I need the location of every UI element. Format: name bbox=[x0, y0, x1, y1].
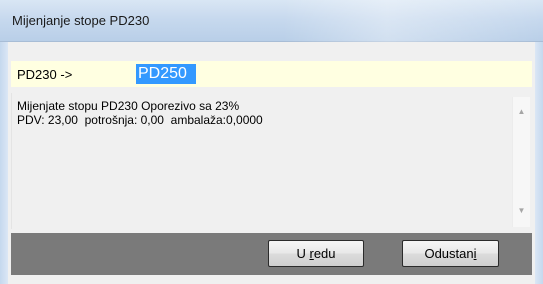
ok-label-suffix: edu bbox=[313, 246, 336, 261]
window-titlebar[interactable]: Mijenjanje stope PD230 bbox=[0, 0, 543, 42]
window-title: Mijenjanje stope PD230 bbox=[12, 13, 150, 28]
new-rate-input[interactable] bbox=[136, 64, 196, 84]
scroll-up-icon[interactable]: ▲ bbox=[513, 103, 530, 120]
info-text: Mijenjate stopu PD230 Oporezivo sa 23% P… bbox=[17, 99, 497, 127]
scroll-down-icon[interactable]: ▼ bbox=[513, 202, 530, 219]
cancel-label-mnemonic: i bbox=[473, 246, 477, 261]
cancel-label-prefix: Odustan bbox=[424, 246, 474, 261]
titlebar-glare bbox=[283, 0, 543, 42]
info-line-2: PDV: 23,00 potrošnja: 0,00 ambalaža:0,00… bbox=[17, 113, 263, 127]
vertical-scrollbar[interactable]: ▲ ▼ bbox=[512, 97, 530, 227]
info-line-1: Mijenjate stopu PD230 Oporezivo sa 23% bbox=[17, 99, 240, 113]
ok-button[interactable]: U redu bbox=[268, 240, 364, 267]
ok-label-prefix: U bbox=[296, 246, 310, 261]
rate-label: PD230 -> bbox=[17, 67, 73, 82]
window-border-right bbox=[535, 42, 543, 284]
window-border-left bbox=[0, 42, 8, 284]
cancel-button[interactable]: Odustani bbox=[402, 240, 499, 267]
rate-row bbox=[11, 61, 532, 87]
